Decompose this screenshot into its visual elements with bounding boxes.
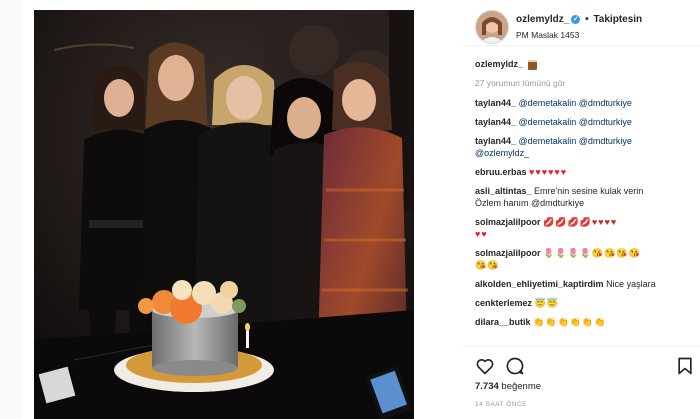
avatar[interactable] <box>475 10 509 44</box>
action-bar <box>475 356 695 376</box>
avatar-image <box>476 11 508 43</box>
comment-row: dilara__butik 👏👏👏👏👏👏 <box>475 316 697 328</box>
comment-row: solmazjalilpoor 🌷🌷🌷🌷😘😘😘😘 😘😘 <box>475 247 697 271</box>
comment-row: taylan44_ @demetakalin @dmdturkiye <box>475 116 697 128</box>
following-button[interactable]: Takiptesin <box>593 14 642 25</box>
likes-count[interactable]: 7.734 beğenme <box>475 381 541 392</box>
comment-text[interactable]: @demetakalin @dmdturkiye <box>519 117 632 127</box>
likes-number: 7.734 <box>475 381 499 392</box>
comment-username[interactable]: cenkterlemez <box>475 298 532 308</box>
instagram-post: ozlemyldz_ ✓ • Takiptesin PM Maslak 1453 … <box>0 0 700 419</box>
comment-username[interactable]: solmazjalilpoor <box>475 217 541 227</box>
comment-row: cenkterlemez 😇😇 <box>475 297 697 309</box>
comment-username[interactable]: asli_altintas_ <box>475 186 532 196</box>
comment-username[interactable]: alkolden_ehliyetimi_kaptirdim <box>475 279 604 289</box>
comment-username[interactable]: taylan44_ <box>475 117 516 127</box>
comment-text: Emre'nin sesine kulak verin <box>534 186 644 196</box>
likes-label: beğenme <box>501 381 542 392</box>
comment-text: Nice yaşlara <box>606 279 656 289</box>
comment-row: taylan44_ @demetakalin @dmdturkiye @ozle… <box>475 135 697 159</box>
header-username[interactable]: ozlemyldz_ <box>516 14 569 25</box>
comment-username[interactable]: dilara__butik <box>475 317 531 327</box>
comment-username[interactable]: taylan44_ <box>475 136 516 146</box>
heart-icon[interactable] <box>475 356 495 376</box>
header-divider <box>463 45 700 46</box>
post-photo[interactable] <box>34 10 414 419</box>
cake-icon <box>527 59 537 70</box>
header-separator: • <box>585 14 589 25</box>
comment-text-line2[interactable]: @ozlemyldz_ <box>475 148 529 158</box>
group-photo-illustration <box>34 10 414 419</box>
view-all-comments-link[interactable]: 27 yorumun tümünü gör <box>475 77 697 89</box>
comment-text-line2: Özlem hanım @dmdturkiye <box>475 198 585 208</box>
comment-text[interactable]: @demetakalin @dmdturkiye <box>519 98 632 108</box>
comment-row: ebruu.erbas ♥♥♥♥♥♥ <box>475 166 697 178</box>
comment-hearts: ♥♥♥♥♥♥ <box>529 167 568 177</box>
comment-row: alkolden_ehliyetimi_kaptirdim Nice yaşla… <box>475 278 697 290</box>
comment-username[interactable]: ebruu.erbas <box>475 167 527 177</box>
caption: ozlemyldz_ <box>475 58 697 70</box>
footer-divider <box>463 346 700 347</box>
comment-text[interactable]: @demetakalin @dmdturkiye <box>519 136 632 146</box>
comment-row: asli_altintas_ Emre'nin sesine kulak ver… <box>475 185 697 209</box>
location-link[interactable]: PM Maslak 1453 <box>516 30 579 40</box>
comment-emoji-line2: ♥♥ <box>475 229 488 239</box>
header-user-line: ozlemyldz_ ✓ • Takiptesin <box>516 14 642 25</box>
page-margin <box>0 0 22 419</box>
verified-badge-icon: ✓ <box>571 14 581 24</box>
comment-emoji: 🌷🌷🌷🌷😘😘😘😘 <box>543 248 641 258</box>
comments-list: ozlemyldz_ 27 yorumun tümünü gör taylan4… <box>475 58 697 335</box>
comment-row: taylan44_ @demetakalin @dmdturkiye <box>475 97 697 109</box>
comment-username[interactable]: taylan44_ <box>475 98 516 108</box>
comment-emoji: 😇😇 <box>534 298 559 308</box>
post-sidebar: ozlemyldz_ ✓ • Takiptesin PM Maslak 1453 … <box>463 0 700 419</box>
bookmark-icon[interactable] <box>675 356 695 376</box>
comment-emoji: 👏👏👏👏👏👏 <box>533 317 607 327</box>
post-header: ozlemyldz_ ✓ • Takiptesin PM Maslak 1453 <box>463 6 700 44</box>
comment-username[interactable]: solmazjalilpoor <box>475 248 541 258</box>
post-timestamp[interactable]: 14 SAAT ÖNCE <box>475 401 527 408</box>
caption-username[interactable]: ozlemyldz_ <box>475 59 523 69</box>
comment-row: solmazjalilpoor 💋💋💋💋♥♥♥♥ ♥♥ <box>475 216 697 240</box>
comment-emoji-line2: 😘😘 <box>475 260 500 270</box>
comment-icon[interactable] <box>505 356 525 376</box>
comment-emoji: 💋💋💋💋♥♥♥♥ <box>543 217 618 227</box>
